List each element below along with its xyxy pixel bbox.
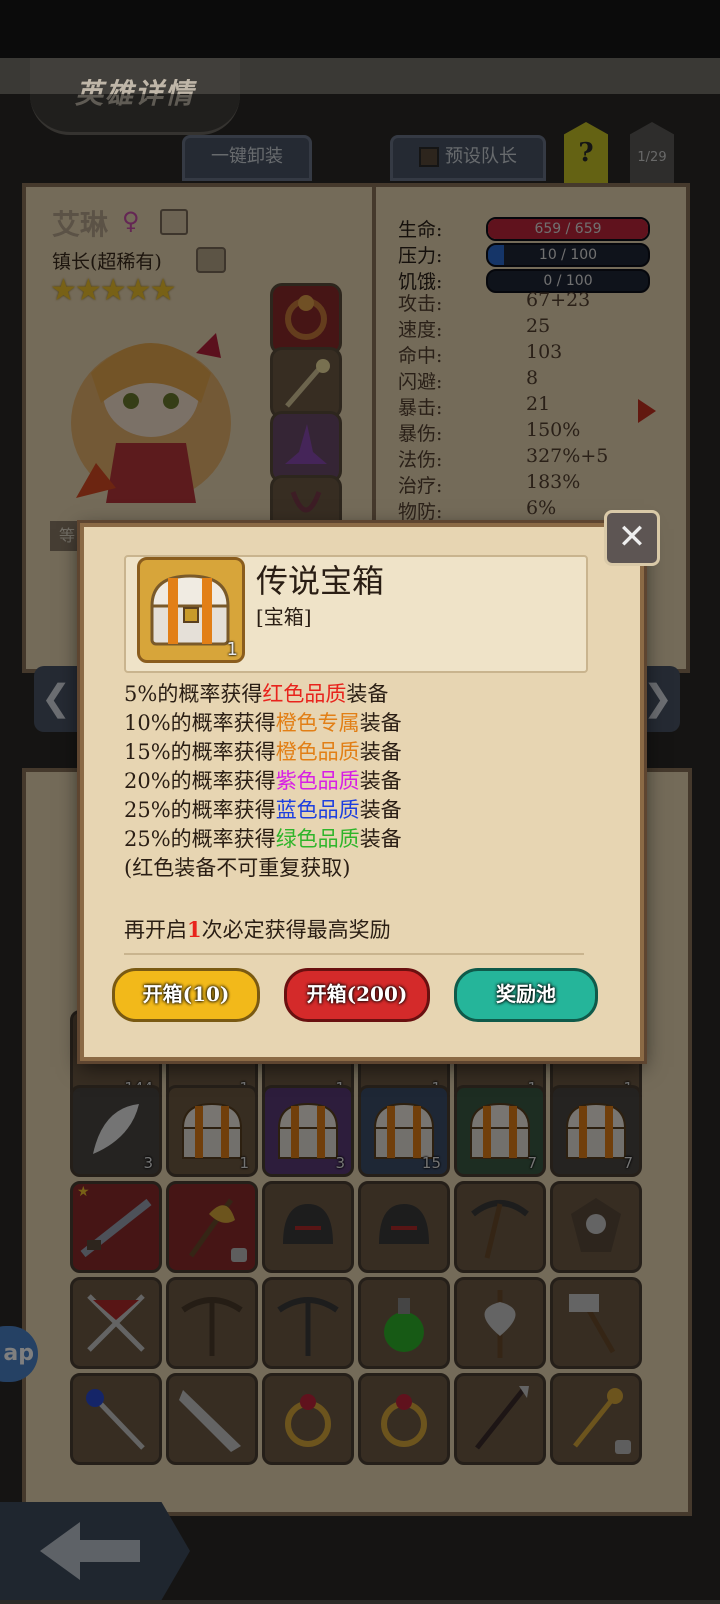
stat-label: 闪避:	[398, 371, 443, 393]
stat-label: 物防:	[398, 501, 443, 523]
drop-rate-line: 5%的概率获得红色品质装备	[124, 678, 388, 708]
drop-rate-prefix: 25%的概率获得	[124, 827, 276, 851]
stat-label: 暴伤:	[398, 423, 443, 445]
stat-value: 67+23	[526, 289, 591, 311]
stat-value: 183%	[526, 471, 581, 493]
drop-rate-quality: 橙色专属	[275, 711, 360, 735]
item-type: [宝箱]	[256, 605, 312, 629]
drop-rate-prefix: 20%的概率获得	[124, 769, 276, 793]
drop-rate-quality: 绿色品质	[275, 827, 360, 851]
stat-value: 150%	[526, 419, 581, 441]
drop-rate-prefix: 5%的概率获得	[124, 682, 263, 706]
stat-value: 21	[526, 393, 551, 415]
drop-rate-quality: 蓝色品质	[275, 798, 360, 822]
stat-value: 25	[526, 315, 551, 337]
stat-label: 攻击:	[398, 293, 443, 315]
drop-rate-prefix: 25%的概率获得	[124, 798, 276, 822]
stat-label: 法伤:	[398, 449, 443, 471]
pity-pre: 再开启	[124, 918, 187, 942]
open-200-button[interactable]: 开箱(200)	[284, 968, 430, 1022]
drop-rate-line: 10%的概率获得橙色专属装备	[124, 707, 402, 737]
pity-num: 1	[187, 917, 202, 942]
stat-value: 6%	[526, 497, 557, 519]
drop-rate-line: 20%的概率获得紫色品质装备	[124, 765, 402, 795]
drop-rate-suffix: 装备	[359, 798, 402, 822]
drop-rate-line: 15%的概率获得橙色品质装备	[124, 736, 402, 766]
drop-rate-prefix: 15%的概率获得	[124, 740, 276, 764]
item-icon-frame: 1	[137, 557, 245, 663]
pity-post: 次必定获得最高奖励	[201, 918, 391, 942]
open-10-button[interactable]: 开箱(10)	[112, 968, 260, 1022]
stat-label: 速度:	[398, 319, 443, 341]
stat-value: 327%+5	[526, 445, 609, 467]
drop-rate-quality: 紫色品质	[275, 769, 360, 793]
drop-rate-suffix: 装备	[359, 769, 402, 793]
stat-value: 103	[526, 341, 563, 363]
item-name: 传说宝箱	[256, 562, 385, 600]
stat-label: 命中:	[398, 345, 443, 367]
reward-pool-button[interactable]: 奖励池	[454, 968, 598, 1022]
stat-value: 8	[526, 367, 539, 389]
stat-label: 治疗:	[398, 475, 443, 497]
drop-rate-line: 25%的概率获得蓝色品质装备	[124, 794, 402, 824]
close-icon[interactable]: ✕	[604, 510, 660, 566]
drop-rate-quality: 橙色品质	[275, 740, 360, 764]
drop-rate-suffix: 装备	[359, 711, 402, 735]
drop-rate-quality: 红色品质	[262, 682, 347, 706]
drop-rate-prefix: 10%的概率获得	[124, 711, 276, 735]
item-count: 1	[226, 639, 238, 660]
drop-rate-suffix: 装备	[359, 740, 402, 764]
modal-divider	[124, 953, 584, 955]
note-text: (红色装备不可重复获取)	[124, 856, 351, 880]
drop-rate-suffix: 装备	[346, 682, 389, 706]
drop-rate-suffix: 装备	[359, 827, 402, 851]
stat-label: 暴击:	[398, 397, 443, 419]
status-bar	[0, 0, 720, 58]
drop-rate-line: 25%的概率获得绿色品质装备	[124, 823, 402, 853]
pity-text: 再开启1次必定获得最高奖励	[124, 914, 391, 944]
